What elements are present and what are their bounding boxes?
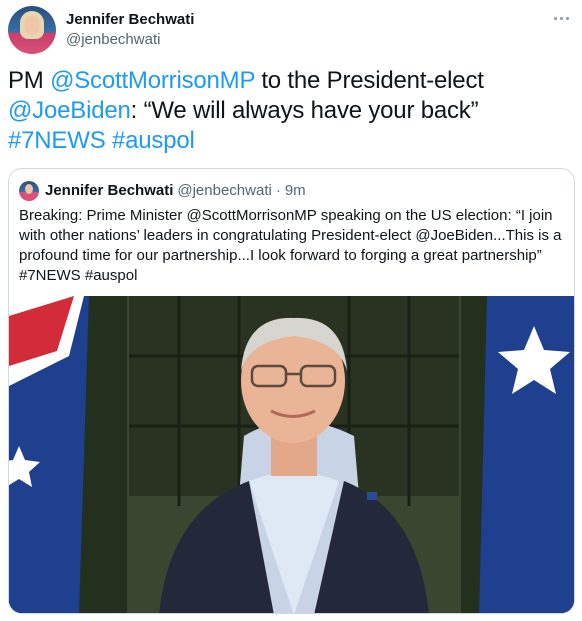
author-name[interactable]: Jennifer Bechwati [66,11,194,28]
author-handle[interactable]: @jenbechwati [66,31,160,48]
press-conference-image [9,296,574,613]
tweet-text: PM @ScottMorrisonMP to the President-ele… [8,66,574,156]
tweet: Jennifer Bechwati @jenbechwati PM @Scott… [0,0,582,621]
mention-scottmorrisonmp-link[interactable]: @ScottMorrisonMP [50,67,255,94]
tweet-text-middle: to the President-elect [254,67,484,94]
more-options-icon[interactable] [551,12,571,24]
hashtag-auspol-link[interactable]: #auspol [112,127,195,154]
quoted-tweet-text: Breaking: Prime Minister @ScottMorrisonM… [19,207,562,284]
quoted-separator: · [275,182,281,199]
quoted-author-handle: @jenbechwati [177,182,272,199]
tweet-text-quote: : “We will always have your back” [130,97,479,124]
quoted-author-avatar [19,181,39,201]
quoted-tweet-header: Jennifer Bechwati @jenbechwati · 9m [45,181,306,201]
quoted-tweet-photo[interactable] [9,296,574,613]
hashtag-7news-link[interactable]: #7NEWS [8,127,106,154]
quoted-author-name: Jennifer Bechwati [45,182,174,199]
quoted-timestamp[interactable]: 9m [285,182,306,199]
tweet-text-prefix: PM [8,67,51,94]
quoted-tweet-card[interactable]: Jennifer Bechwati @jenbechwati · 9m Breakin… [8,168,575,614]
author-avatar[interactable] [8,6,56,54]
mention-joebiden-link[interactable]: @JoeBiden [8,97,131,124]
